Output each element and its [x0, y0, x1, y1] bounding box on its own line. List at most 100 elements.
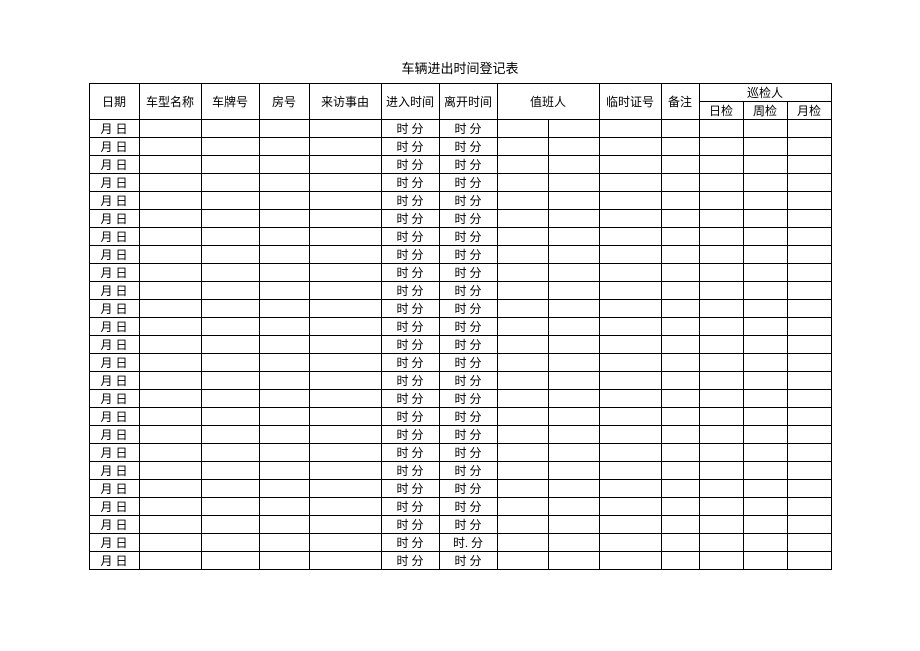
cell-enter: 时 分 — [381, 354, 439, 372]
cell-monthly — [787, 228, 831, 246]
cell-monthly — [787, 516, 831, 534]
cell-weekly — [743, 282, 787, 300]
cell-monthly — [787, 426, 831, 444]
cell-model — [139, 318, 201, 336]
cell-date: 月 日 — [89, 210, 139, 228]
cell-date: 月 日 — [89, 444, 139, 462]
cell-model — [139, 390, 201, 408]
col-model: 车型名称 — [139, 84, 201, 120]
cell-date: 月 日 — [89, 480, 139, 498]
cell-reason — [309, 444, 381, 462]
cell-weekly — [743, 444, 787, 462]
cell-remark — [661, 246, 699, 264]
cell-reason — [309, 462, 381, 480]
col-duty: 值班人 — [497, 84, 599, 120]
cell-temp — [599, 156, 661, 174]
cell-duty-a — [497, 138, 548, 156]
cell-date: 月 日 — [89, 300, 139, 318]
cell-leave: 时 分 — [439, 120, 497, 138]
cell-plate — [201, 174, 259, 192]
cell-plate — [201, 498, 259, 516]
cell-date: 月 日 — [89, 336, 139, 354]
table-row: 月 日时 分时 分 — [89, 462, 831, 480]
cell-weekly — [743, 408, 787, 426]
table-row: 月 日时 分时 分 — [89, 138, 831, 156]
cell-leave: 时 分 — [439, 318, 497, 336]
cell-reason — [309, 300, 381, 318]
cell-temp — [599, 318, 661, 336]
cell-plate — [201, 156, 259, 174]
col-daily: 日检 — [699, 102, 743, 120]
cell-enter: 时 分 — [381, 138, 439, 156]
cell-weekly — [743, 516, 787, 534]
cell-monthly — [787, 408, 831, 426]
cell-temp — [599, 300, 661, 318]
cell-weekly — [743, 156, 787, 174]
cell-daily — [699, 444, 743, 462]
cell-model — [139, 552, 201, 570]
cell-room — [259, 354, 309, 372]
cell-remark — [661, 228, 699, 246]
cell-temp — [599, 174, 661, 192]
cell-remark — [661, 120, 699, 138]
cell-reason — [309, 372, 381, 390]
cell-reason — [309, 138, 381, 156]
cell-reason — [309, 390, 381, 408]
cell-duty-a — [497, 336, 548, 354]
cell-leave: 时 分 — [439, 246, 497, 264]
table-row: 月 日时 分时 分 — [89, 444, 831, 462]
cell-remark — [661, 552, 699, 570]
table-header: 日期 车型名称 车牌号 房号 来访事由 进入时间 离开时间 值班人 临时证号 备… — [89, 84, 831, 120]
cell-date: 月 日 — [89, 534, 139, 552]
cell-duty-a — [497, 462, 548, 480]
cell-reason — [309, 264, 381, 282]
cell-leave: 时 分 — [439, 156, 497, 174]
cell-daily — [699, 174, 743, 192]
cell-duty-b — [548, 174, 599, 192]
cell-daily — [699, 120, 743, 138]
cell-plate — [201, 192, 259, 210]
cell-model — [139, 192, 201, 210]
cell-daily — [699, 426, 743, 444]
cell-room — [259, 480, 309, 498]
cell-remark — [661, 372, 699, 390]
cell-enter: 时 分 — [381, 246, 439, 264]
cell-model — [139, 138, 201, 156]
cell-model — [139, 534, 201, 552]
cell-monthly — [787, 120, 831, 138]
cell-room — [259, 498, 309, 516]
cell-duty-b — [548, 408, 599, 426]
cell-enter: 时 分 — [381, 390, 439, 408]
cell-plate — [201, 552, 259, 570]
cell-daily — [699, 318, 743, 336]
cell-model — [139, 408, 201, 426]
cell-weekly — [743, 246, 787, 264]
cell-monthly — [787, 552, 831, 570]
cell-enter: 时 分 — [381, 210, 439, 228]
cell-duty-b — [548, 264, 599, 282]
cell-room — [259, 516, 309, 534]
cell-temp — [599, 426, 661, 444]
cell-model — [139, 516, 201, 534]
cell-duty-a — [497, 354, 548, 372]
cell-model — [139, 120, 201, 138]
cell-date: 月 日 — [89, 192, 139, 210]
cell-duty-b — [548, 192, 599, 210]
cell-leave: 时 分 — [439, 282, 497, 300]
cell-monthly — [787, 480, 831, 498]
cell-monthly — [787, 444, 831, 462]
cell-weekly — [743, 174, 787, 192]
cell-enter: 时 分 — [381, 174, 439, 192]
cell-daily — [699, 516, 743, 534]
cell-reason — [309, 516, 381, 534]
col-temp: 临时证号 — [599, 84, 661, 120]
cell-duty-a — [497, 534, 548, 552]
cell-room — [259, 336, 309, 354]
cell-leave: 时 分 — [439, 210, 497, 228]
cell-monthly — [787, 336, 831, 354]
table-row: 月 日时 分时 分 — [89, 408, 831, 426]
cell-model — [139, 354, 201, 372]
cell-weekly — [743, 318, 787, 336]
cell-duty-a — [497, 390, 548, 408]
cell-temp — [599, 228, 661, 246]
